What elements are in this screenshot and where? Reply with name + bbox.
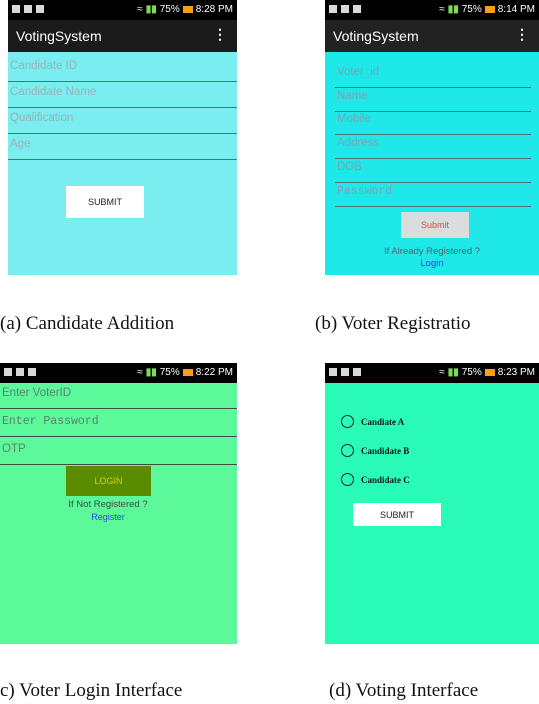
caption-a: (a) Candidate Addition	[0, 313, 175, 334]
battery-percent: 75%	[461, 4, 482, 15]
not-registered-text: If Not Registered ?	[68, 499, 148, 510]
signal-icon: ▮▮	[145, 367, 157, 378]
voter-id-field[interactable]: Enter VoterID	[0, 383, 237, 409]
battery-percent: 75%	[159, 4, 180, 15]
signal-icon: ▮▮	[447, 4, 459, 15]
overflow-menu-icon[interactable]: ⋮	[213, 26, 227, 43]
battery-icon	[484, 369, 495, 376]
radio-button[interactable]	[341, 473, 354, 486]
status-time: 8:22 PM	[195, 367, 233, 378]
status-bar: ≈ ▮▮ 75% 8:14 PM	[325, 0, 539, 20]
submit-button[interactable]: SUBMIT	[66, 186, 144, 218]
candidate-label: Candidate B	[361, 445, 410, 456]
battery-icon	[484, 6, 495, 13]
caption-d: (d) Voting Interface	[329, 680, 479, 701]
app-bar: VotingSystem ⋮	[325, 20, 539, 52]
register-link[interactable]: Register	[0, 512, 216, 522]
candidate-name-field[interactable]: Candidate Name	[8, 82, 237, 108]
caption-c: c) Voter Login Interface	[0, 680, 183, 701]
password-field[interactable]: Enter Password	[0, 411, 237, 437]
battery-percent: 75%	[159, 367, 180, 378]
signal-icon: ▮▮	[145, 4, 157, 15]
battery-icon	[182, 369, 193, 376]
radio-button[interactable]	[341, 415, 354, 428]
caption-b: (b) Voter Registratio	[315, 313, 471, 334]
candidate-b-option[interactable]: Candidate B	[341, 444, 409, 457]
candidate-a-option[interactable]: Candiate A	[341, 415, 404, 428]
wifi-icon: ≈	[137, 367, 143, 378]
voter-id-field[interactable]: Voter_id	[335, 62, 531, 88]
panel-d-voting-interface: ≈ ▮▮ 75% 8:23 PM Candiate A Candidate B …	[325, 363, 539, 644]
status-bar: ≈ ▮▮ 75% 8:22 PM	[0, 363, 237, 383]
qualification-field[interactable]: Qualification	[8, 108, 237, 134]
candidate-id-field[interactable]: Candidate ID	[8, 56, 237, 82]
mobile-field[interactable]: Mobile	[335, 109, 531, 135]
wifi-icon: ≈	[439, 4, 445, 15]
radio-button[interactable]	[341, 444, 354, 457]
already-registered-text: If Already Registered ?	[383, 246, 481, 257]
candidate-label: Candiate A	[361, 416, 405, 427]
candidate-label: Candidate C	[361, 474, 410, 485]
panel-b-voter-registration: ≈ ▮▮ 75% 8:14 PM VotingSystem ⋮ Voter_id…	[325, 0, 539, 275]
age-field[interactable]: Age	[8, 134, 237, 160]
status-time: 8:28 PM	[195, 4, 233, 15]
wifi-icon: ≈	[137, 4, 143, 15]
app-title: VotingSystem	[16, 28, 102, 44]
status-time: 8:23 PM	[497, 367, 535, 378]
status-time: 8:14 PM	[497, 4, 535, 15]
signal-icon: ▮▮	[447, 367, 459, 378]
submit-button[interactable]: Submit	[401, 212, 469, 238]
submit-button[interactable]: SUBMIT	[353, 503, 441, 526]
battery-percent: 75%	[461, 367, 482, 378]
address-field[interactable]: Address	[335, 133, 531, 159]
battery-icon	[182, 6, 193, 13]
candidate-c-option[interactable]: Candidate C	[341, 473, 410, 486]
wifi-icon: ≈	[439, 367, 445, 378]
login-button[interactable]: LOGIN	[66, 466, 151, 496]
password-field[interactable]: Password	[335, 181, 531, 207]
app-title: VotingSystem	[333, 28, 419, 44]
app-bar: VotingSystem ⋮	[8, 20, 237, 52]
dob-field[interactable]: DOB	[335, 157, 531, 183]
login-link[interactable]: Login	[325, 258, 539, 269]
status-bar: ≈ ▮▮ 75% 8:28 PM	[8, 0, 237, 20]
otp-field[interactable]: OTP	[0, 439, 237, 465]
status-bar: ≈ ▮▮ 75% 8:23 PM	[325, 363, 539, 383]
overflow-menu-icon[interactable]: ⋮	[515, 26, 529, 43]
panel-c-voter-login: ≈ ▮▮ 75% 8:22 PM Enter VoterID Enter Pas…	[0, 363, 237, 644]
panel-a-candidate-addition: ≈ ▮▮ 75% 8:28 PM VotingSystem ⋮ Candidat…	[8, 0, 237, 275]
